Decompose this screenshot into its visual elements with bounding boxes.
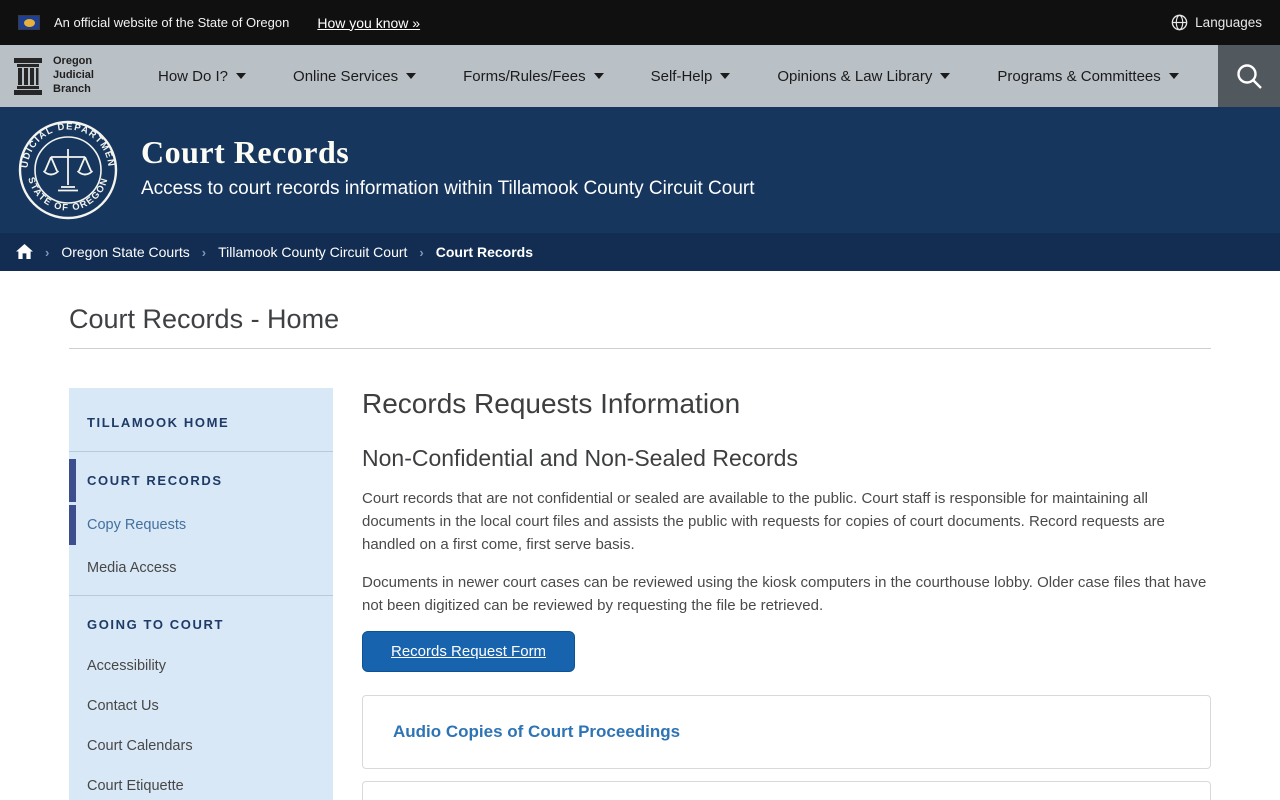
title-divider [69, 348, 1211, 349]
page-title: Court Records - Home [69, 304, 340, 334]
sidebar-item-contact-us[interactable]: Contact Us [69, 686, 333, 726]
nav-label: Online Services [293, 67, 399, 85]
search-icon [1237, 64, 1262, 89]
chevron-down-icon [593, 73, 604, 79]
chevron-right-icon: › [419, 244, 424, 260]
nav-label: Self-Help [650, 67, 713, 85]
nav-label: How Do I? [158, 67, 229, 85]
chevron-down-icon [406, 73, 417, 79]
records-request-form-button[interactable]: Records Request Form [362, 631, 576, 672]
flag-emblem [23, 18, 35, 27]
pillar-logo-icon [14, 58, 42, 95]
ojb-logo[interactable]: Oregon Judicial Branch [0, 55, 158, 96]
non-confidential-subheading: Non-Confidential and Non-Sealed Records [362, 445, 798, 471]
breadcrumb-oregon-state-courts[interactable]: Oregon State Courts [61, 244, 189, 260]
sidebar-item-media-access[interactable]: Media Access [69, 548, 333, 588]
chevron-right-icon: › [201, 244, 207, 260]
main-navigation-bar: Oregon Judicial Branch How Do I? Online … [0, 45, 1280, 107]
nav-item-forms-rules-fees[interactable]: Forms/Rules/Fees [463, 68, 604, 85]
scales-of-justice-icon [42, 149, 94, 192]
chevron-down-icon [236, 73, 247, 79]
nav-menu: How Do I? Online Services Forms/Rules/Fe… [158, 68, 1226, 85]
sidebar-item-accessibility[interactable]: Accessibility [69, 646, 333, 686]
hero-text-block: Court Records Access to court records in… [141, 134, 755, 200]
nav-label: Programs & Committees [997, 67, 1161, 85]
sidebar-section-court-records: COURT RECORDS Copy Requests Media Access [69, 452, 333, 596]
sidebar-item-tillamook-home[interactable]: TILLAMOOK HOME [69, 401, 333, 444]
nav-item-programs-committees[interactable]: Programs & Committees [997, 67, 1179, 85]
breadcrumb: › Oregon State Courts › Tillamook County… [0, 233, 1280, 271]
content-columns: TILLAMOOK HOME COURT RECORDS Copy Reques… [69, 388, 1211, 800]
nav-label: Forms/Rules/Fees [463, 67, 586, 85]
hero-subtitle: Access to court records information with… [141, 178, 755, 199]
search-button[interactable] [1218, 45, 1280, 107]
accordion-title: Audio Copies of Court Proceedings [393, 722, 681, 741]
breadcrumb-tillamook-county[interactable]: Tillamook County Circuit Court [218, 244, 407, 260]
accordion-audio-copies[interactable]: Audio Copies of Court Proceedings [362, 695, 1211, 769]
brand-line-1: Oregon [53, 55, 93, 68]
globe-icon [1171, 14, 1188, 31]
brand-line-3: Branch [53, 82, 91, 95]
sidebar-section-home: TILLAMOOK HOME [69, 394, 333, 452]
chevron-down-icon [720, 73, 731, 79]
brand-text: Oregon Judicial Branch [53, 55, 94, 96]
sidebar-section-going-to-court: GOING TO COURT Accessibility Contact Us … [69, 596, 333, 800]
home-icon[interactable] [16, 244, 33, 260]
brand-line-2: Judicial [53, 69, 94, 82]
oregon-flag-icon [18, 15, 40, 30]
hero-title: Court Records [141, 134, 350, 170]
page-hero-banner: JUDICIAL DEPARTMENT STATE OF OREGON Cour… [0, 107, 1280, 233]
nav-item-self-help[interactable]: Self-Help [651, 68, 731, 85]
records-requests-heading: Records Requests Information [362, 388, 741, 419]
chevron-down-icon [940, 73, 951, 79]
sidebar-item-copy-requests[interactable]: Copy Requests [69, 505, 333, 545]
languages-label: Languages [1195, 15, 1262, 30]
nav-item-online-services[interactable]: Online Services [293, 67, 417, 85]
official-state-bar: An official website of the State of Oreg… [0, 0, 1280, 45]
nav-item-how-do-i[interactable]: How Do I? [158, 67, 247, 85]
sidebar-navigation: TILLAMOOK HOME COURT RECORDS Copy Reques… [69, 388, 333, 800]
accordion-access[interactable]: Access [362, 781, 1211, 800]
main-content: Records Requests Information Non-Confide… [362, 388, 1211, 800]
judicial-department-seal: JUDICIAL DEPARTMENT STATE OF OREGON [17, 119, 118, 220]
chevron-down-icon [1168, 73, 1179, 79]
records-paragraph-2: Documents in newer court cases can be re… [362, 574, 1207, 614]
nav-item-opinions-law-library[interactable]: Opinions & Law Library [777, 67, 951, 85]
breadcrumb-court-records: Court Records [435, 244, 533, 260]
sidebar-item-court-etiquette[interactable]: Court Etiquette [69, 766, 333, 800]
page-content: Court Records - Home TILLAMOOK HOME COUR… [0, 304, 1280, 800]
chevron-right-icon: › [45, 244, 50, 260]
how-you-know-link[interactable]: How you know » [317, 15, 420, 31]
sidebar-item-going-to-court[interactable]: GOING TO COURT [69, 603, 333, 646]
sidebar-item-court-calendars[interactable]: Court Calendars [69, 726, 333, 766]
languages-button[interactable]: Languages [1171, 14, 1262, 31]
official-website-text: An official website of the State of Oreg… [54, 15, 290, 30]
records-paragraph-1: Court records that are not confidential … [362, 490, 1165, 553]
sidebar-item-court-records[interactable]: COURT RECORDS [69, 459, 333, 502]
nav-label: Opinions & Law Library [777, 67, 933, 85]
